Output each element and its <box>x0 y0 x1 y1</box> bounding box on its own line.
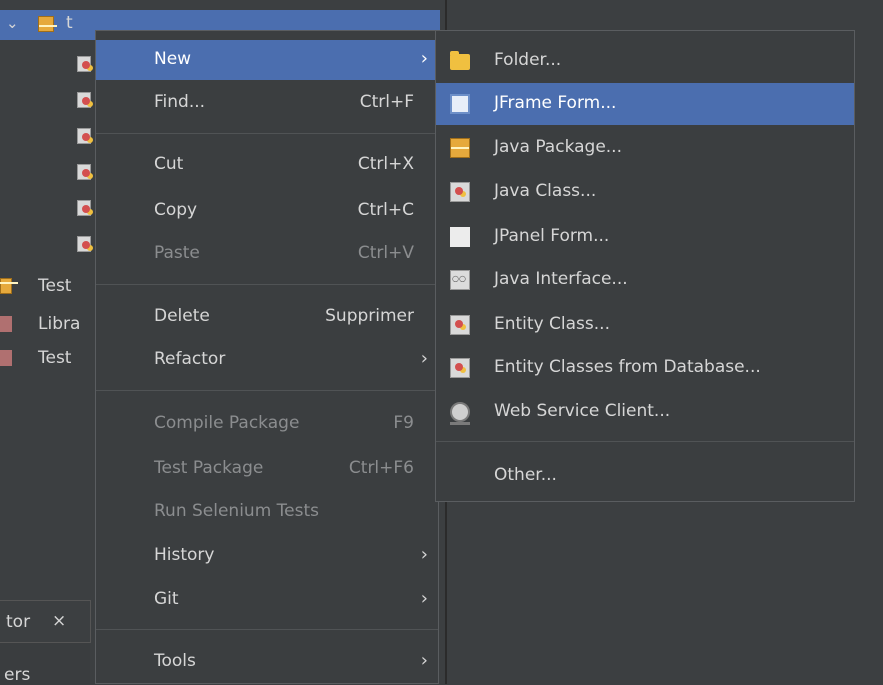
submenu-item-label: Java Interface... <box>494 269 628 289</box>
submenu-item-label: Entity Classes from Database... <box>494 357 761 377</box>
selected-package-label: t <box>66 13 73 33</box>
menu-item-new[interactable]: New › <box>96 40 438 80</box>
menu-item-label: Find... <box>154 92 206 112</box>
form-file-icon <box>77 128 91 144</box>
menu-item-label: Test Package <box>154 458 264 478</box>
menu-item-label: Refactor <box>154 349 226 369</box>
package-icon <box>38 16 57 32</box>
tree-item-label: Libra <box>38 314 81 334</box>
java-file-icon <box>77 92 91 108</box>
menu-item-compile-package[interactable]: Compile Package F9 <box>96 404 438 444</box>
menu-item-test-package[interactable]: Test Package Ctrl+F6 <box>96 449 438 489</box>
entity-class-icon <box>450 315 470 335</box>
form-file-icon <box>77 164 91 180</box>
jframe-icon <box>450 94 470 114</box>
submenu-item-label: Java Package... <box>494 137 622 157</box>
expand-chevron-icon[interactable]: ⌄ <box>6 14 19 32</box>
menu-separator <box>96 629 438 630</box>
menu-item-tools[interactable]: Tools › <box>96 642 438 682</box>
java-file-icon <box>77 236 91 252</box>
library-icon <box>0 316 12 332</box>
submenu-item-label: JFrame Form... <box>494 93 617 113</box>
menu-item-shortcut: Ctrl+F6 <box>348 458 414 478</box>
submenu-item-label: Folder... <box>494 50 562 70</box>
submenu-item-label: Other... <box>494 465 557 485</box>
close-icon[interactable]: × <box>52 611 66 631</box>
tree-item-label: Test <box>38 348 72 368</box>
web-service-icon <box>450 402 470 425</box>
menu-item-git[interactable]: Git › <box>96 580 438 620</box>
submenu-item-jpanel-form[interactable]: JPanel Form... <box>436 216 854 258</box>
chevron-right-icon: › <box>420 544 428 565</box>
members-panel: ers <box>0 642 90 685</box>
menu-item-find[interactable]: Find... Ctrl+F <box>96 83 438 123</box>
menu-item-shortcut: Ctrl+F <box>359 92 414 112</box>
menu-separator <box>436 441 854 442</box>
menu-item-delete[interactable]: Delete Supprimer <box>96 297 438 337</box>
submenu-item-label: Web Service Client... <box>494 401 671 421</box>
menu-item-shortcut: Supprimer <box>325 306 414 326</box>
menu-item-label: Run Selenium Tests <box>154 501 320 521</box>
submenu-item-other[interactable]: Other... <box>436 455 854 497</box>
menu-separator <box>96 133 438 134</box>
menu-item-refactor[interactable]: Refactor › <box>96 340 438 380</box>
menu-item-shortcut: Ctrl+V <box>357 243 414 263</box>
tree-item-test-libraries[interactable]: Test <box>0 346 71 370</box>
submenu-item-label: Entity Class... <box>494 314 610 334</box>
folder-icon <box>450 51 470 70</box>
chevron-right-icon: › <box>420 588 428 609</box>
tree-item-label: Test <box>38 276 72 296</box>
menu-item-history[interactable]: History › <box>96 536 438 576</box>
menu-item-label: Paste <box>154 243 200 263</box>
menu-item-label: Tools <box>154 651 196 671</box>
menu-item-copy[interactable]: Copy Ctrl+C <box>96 191 438 231</box>
package-icon <box>450 138 470 158</box>
menu-item-label: Git <box>154 589 179 609</box>
submenu-item-entity-class[interactable]: Entity Class... <box>436 304 854 346</box>
submenu-item-java-package[interactable]: Java Package... <box>436 127 854 169</box>
menu-item-paste[interactable]: Paste Ctrl+V <box>96 234 438 274</box>
menu-item-label: Delete <box>154 306 210 326</box>
java-file-icon <box>77 56 91 72</box>
entity-db-icon <box>450 358 470 378</box>
new-submenu: Folder... JFrame Form... Java Package...… <box>435 30 855 502</box>
menu-item-shortcut: Ctrl+X <box>357 154 414 174</box>
tree-item-libraries[interactable]: Libra <box>0 312 80 336</box>
menu-item-label: Copy <box>154 200 198 220</box>
navigator-tab[interactable]: tor × <box>0 600 91 643</box>
tree-item-test-packages[interactable]: Test <box>0 274 71 298</box>
library-icon <box>0 350 12 366</box>
submenu-item-jframe-form[interactable]: JFrame Form... <box>436 83 854 125</box>
menu-item-label: History <box>154 545 215 565</box>
submenu-item-label: JPanel Form... <box>494 226 610 246</box>
menu-item-run-selenium-tests[interactable]: Run Selenium Tests <box>96 492 438 532</box>
chevron-right-icon: › <box>420 48 428 69</box>
menu-separator <box>96 390 438 391</box>
submenu-item-java-interface[interactable]: Java Interface... <box>436 259 854 301</box>
context-menu: New › Find... Ctrl+F Cut Ctrl+X Copy Ctr… <box>95 30 439 684</box>
java-file-icon <box>77 200 91 216</box>
menu-item-shortcut: Ctrl+C <box>357 200 414 220</box>
submenu-item-java-class[interactable]: Java Class... <box>436 171 854 213</box>
submenu-item-entity-classes-from-database[interactable]: Entity Classes from Database... <box>436 347 854 389</box>
submenu-item-web-service-client[interactable]: Web Service Client... <box>436 391 854 433</box>
members-label: ers <box>4 665 31 685</box>
submenu-item-folder[interactable]: Folder... <box>436 40 854 82</box>
navigator-tab-label: tor <box>6 612 31 632</box>
java-class-icon <box>450 182 470 202</box>
test-folder-icon <box>0 278 12 294</box>
menu-separator <box>96 284 438 285</box>
jpanel-icon <box>450 227 470 247</box>
chevron-right-icon: › <box>420 650 428 671</box>
menu-item-label: Cut <box>154 154 184 174</box>
menu-item-label: New <box>154 49 192 69</box>
chevron-right-icon: › <box>420 348 428 369</box>
interface-icon <box>450 270 470 290</box>
menu-item-label: Compile Package <box>154 413 300 433</box>
submenu-item-label: Java Class... <box>494 181 597 201</box>
menu-item-cut[interactable]: Cut Ctrl+X <box>96 145 438 185</box>
menu-item-shortcut: F9 <box>393 413 414 433</box>
